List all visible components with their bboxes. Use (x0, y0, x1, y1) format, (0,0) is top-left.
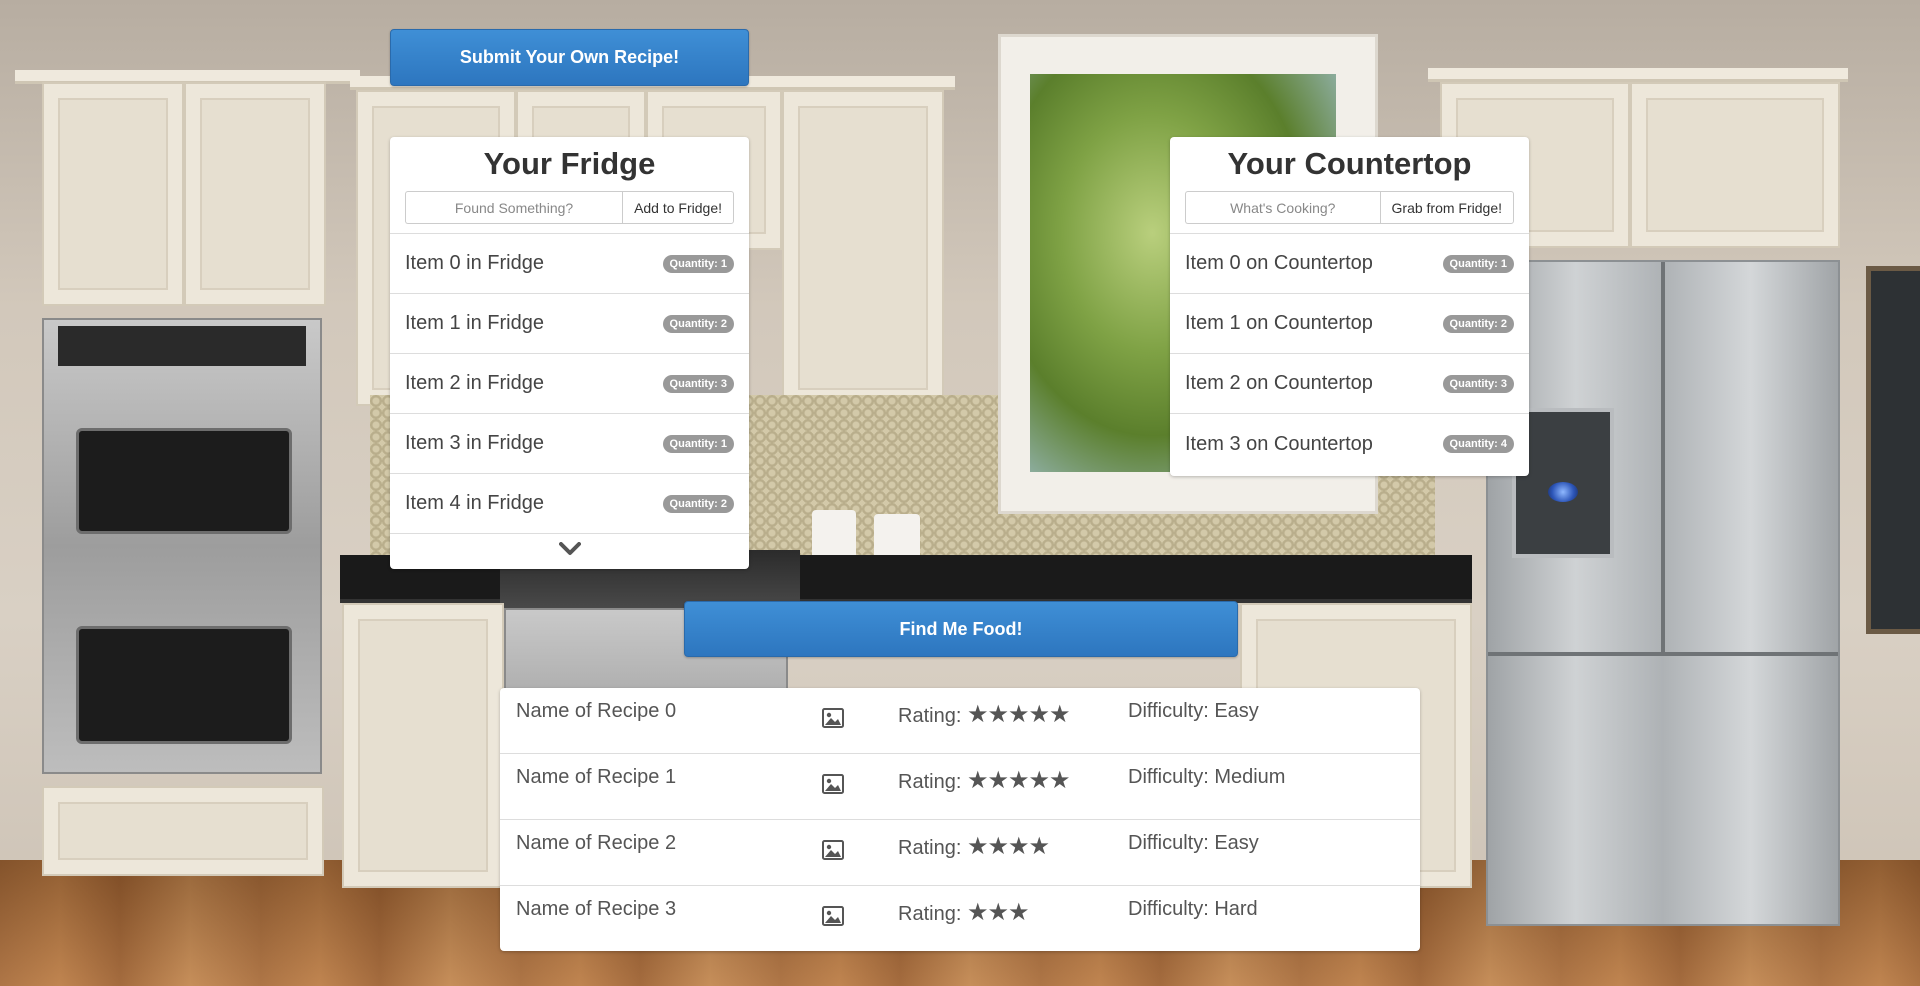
countertop-list-item[interactable]: Item 3 on Countertop Quantity: 4 (1170, 414, 1529, 474)
drawer (42, 786, 324, 876)
fridge-item-list: Item 0 in Fridge Quantity: 1 Item 1 in F… (390, 233, 749, 534)
item-name: Item 2 on Countertop (1185, 372, 1373, 394)
upper-cabinet (1630, 82, 1840, 248)
rating-label: Rating: (898, 837, 962, 859)
fridge-list-item[interactable]: Item 2 in Fridge Quantity: 3 (390, 354, 749, 414)
star-rating: ★★★★ (966, 833, 1050, 860)
recipe-difficulty: Difficulty: Hard (1128, 898, 1258, 920)
base-cabinet (342, 603, 504, 888)
rating-label: Rating: (898, 771, 962, 793)
quantity-badge: Quantity: 2 (1442, 314, 1514, 333)
fridge-item-input[interactable] (405, 191, 623, 224)
fridge-list-item[interactable]: Item 3 in Fridge Quantity: 1 (390, 414, 749, 474)
expand-list-button[interactable] (390, 534, 749, 564)
chevron-down-icon (558, 542, 581, 555)
picture-icon[interactable] (822, 774, 844, 794)
quantity-badge: Quantity: 2 (662, 314, 734, 333)
recipe-row[interactable]: Name of Recipe 0 Rating: ★★★★★ Difficult… (500, 688, 1420, 754)
recipe-row[interactable]: Name of Recipe 1 Rating: ★★★★★ Difficult… (500, 754, 1420, 820)
star-rating: ★★★ (966, 899, 1030, 926)
quantity-badge: Quantity: 1 (662, 254, 734, 273)
recipe-rating: Rating: ★★★ (898, 898, 1030, 927)
grab-from-fridge-button[interactable]: Grab from Fridge! (1379, 191, 1514, 224)
quantity-badge: Quantity: 1 (662, 434, 734, 453)
item-name: Item 0 in Fridge (405, 252, 544, 274)
recipe-difficulty: Difficulty: Medium (1128, 766, 1286, 788)
countertop-title: Your Countertop (1227, 146, 1472, 181)
recipe-difficulty: Difficulty: Easy (1128, 700, 1259, 722)
countertop-item-list: Item 0 on Countertop Quantity: 1 Item 1 … (1170, 233, 1529, 474)
recipe-rating: Rating: ★★★★ (898, 832, 1050, 861)
recipe-rating: Rating: ★★★★★ (898, 700, 1071, 729)
upper-cabinet (184, 82, 326, 306)
item-name: Item 1 on Countertop (1185, 312, 1373, 334)
recipe-name: Name of Recipe 3 (516, 898, 677, 920)
star-rating: ★★★★★ (966, 701, 1071, 728)
fridge-title: Your Fridge (483, 146, 656, 181)
recipe-name: Name of Recipe 1 (516, 766, 677, 788)
picture-icon[interactable] (822, 708, 844, 728)
oven-window (76, 626, 292, 744)
quantity-badge: Quantity: 1 (1442, 254, 1514, 273)
picture-icon[interactable] (822, 840, 844, 860)
recipe-rating: Rating: ★★★★★ (898, 766, 1071, 795)
recipe-results-list: Name of Recipe 0 Rating: ★★★★★ Difficult… (500, 688, 1420, 951)
rating-label: Rating: (898, 705, 962, 727)
quantity-badge: Quantity: 3 (1442, 374, 1514, 393)
item-name: Item 1 in Fridge (405, 312, 544, 334)
item-name: Item 3 in Fridge (405, 432, 544, 454)
fridge-panel: Your Fridge Add to Fridge! Item 0 in Fri… (390, 137, 749, 569)
item-name: Item 3 on Countertop (1185, 432, 1373, 455)
rating-label: Rating: (898, 903, 962, 925)
recipe-name: Name of Recipe 2 (516, 832, 677, 854)
countertop-list-item[interactable]: Item 2 on Countertop Quantity: 3 (1170, 354, 1529, 414)
recipe-name: Name of Recipe 0 (516, 700, 677, 722)
recipe-row[interactable]: Name of Recipe 2 Rating: ★★★★ Difficulty… (500, 820, 1420, 886)
fridge-door-split (1661, 262, 1665, 652)
fridge-list-item[interactable]: Item 4 in Fridge Quantity: 2 (390, 474, 749, 534)
fridge-freezer-split (1488, 652, 1838, 656)
recipe-difficulty: Difficulty: Easy (1128, 832, 1259, 854)
find-food-button[interactable]: Find Me Food! (684, 601, 1238, 657)
quantity-badge: Quantity: 2 (662, 494, 734, 513)
fridge-input-group: Add to Fridge! (405, 191, 734, 224)
quantity-badge: Quantity: 4 (1442, 435, 1514, 453)
cabinet-crown (1428, 68, 1848, 82)
countertop-list-item[interactable]: Item 1 on Countertop Quantity: 2 (1170, 294, 1529, 354)
recipe-row[interactable]: Name of Recipe 3 Rating: ★★★ Difficulty:… (500, 886, 1420, 951)
fridge-list-item[interactable]: Item 1 in Fridge Quantity: 2 (390, 294, 749, 354)
item-name: Item 4 in Fridge (405, 492, 544, 514)
chalkboard (1866, 266, 1920, 634)
upper-cabinet (782, 90, 944, 406)
submit-recipe-button[interactable]: Submit Your Own Recipe! (390, 29, 749, 86)
oven-window (76, 428, 292, 534)
star-rating: ★★★★★ (966, 767, 1071, 794)
countertop-item-input[interactable] (1185, 191, 1380, 224)
oven-control-panel (58, 326, 306, 366)
item-name: Item 2 in Fridge (405, 372, 544, 394)
item-name: Item 0 on Countertop (1185, 252, 1373, 274)
fridge-list-item[interactable]: Item 0 in Fridge Quantity: 1 (390, 234, 749, 294)
countertop-panel: Your Countertop Grab from Fridge! Item 0… (1170, 137, 1529, 476)
dispenser-light (1548, 482, 1578, 502)
countertop-input-group: Grab from Fridge! (1185, 191, 1514, 224)
countertop-list-item[interactable]: Item 0 on Countertop Quantity: 1 (1170, 234, 1529, 294)
add-to-fridge-button[interactable]: Add to Fridge! (622, 191, 734, 224)
quantity-badge: Quantity: 3 (662, 374, 734, 393)
picture-icon[interactable] (822, 906, 844, 926)
upper-cabinet (42, 82, 184, 306)
